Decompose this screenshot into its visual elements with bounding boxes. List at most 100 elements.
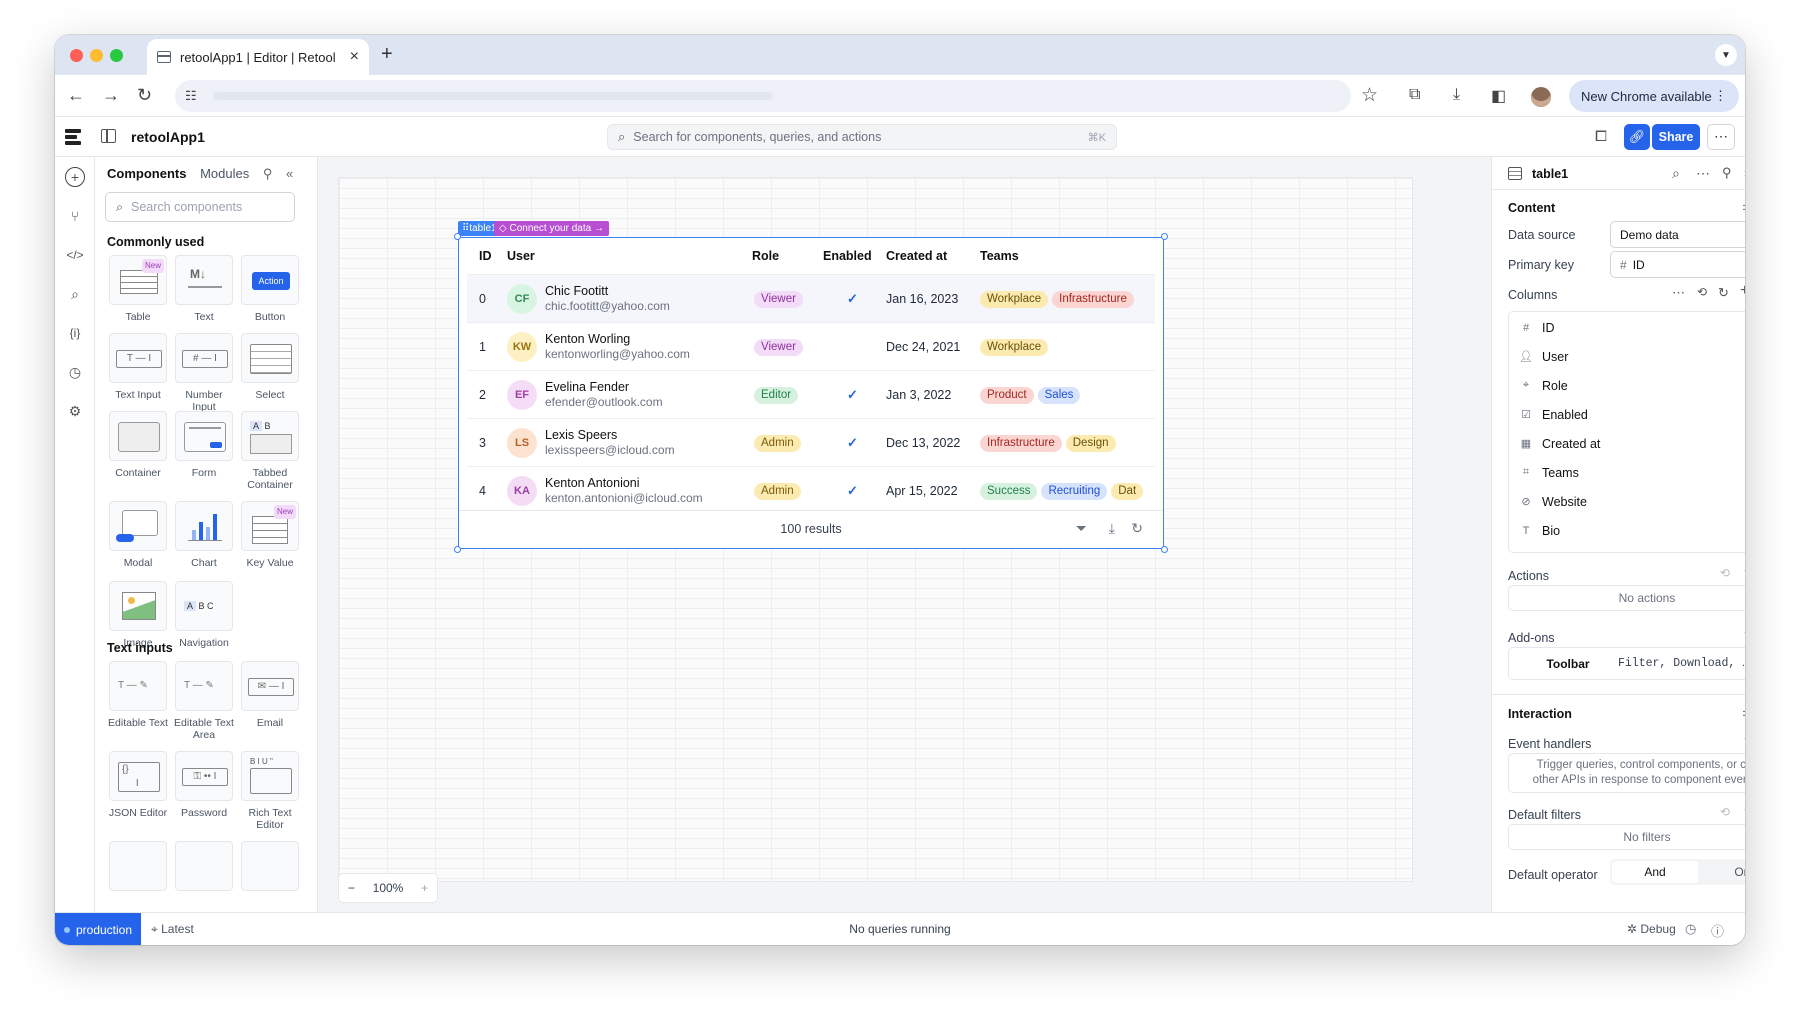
component-table[interactable]: New Table	[107, 255, 169, 323]
url-field[interactable]: ☷	[175, 80, 1351, 112]
search-icon[interactable]: ⌕	[1672, 165, 1680, 182]
toggle-sidebar-icon[interactable]	[101, 129, 116, 143]
component-key-value[interactable]: New Key Value	[239, 501, 301, 569]
data-source-select[interactable]: Demo data▼	[1610, 221, 1745, 248]
column-item-website[interactable]: ⊘ Website	[1519, 487, 1587, 516]
adjust-icon[interactable]: ⚌	[1742, 199, 1745, 213]
component-more-1[interactable]	[107, 841, 169, 897]
toolbar-addon[interactable]: Toolbar Filter, Download, … ›	[1508, 647, 1745, 680]
history-icon[interactable]: ◷	[65, 362, 85, 382]
column-header-teams[interactable]: Teams	[980, 238, 1019, 274]
preview-icon[interactable]: ⧠	[1595, 128, 1607, 145]
add-action-icon[interactable]: +	[1744, 563, 1745, 581]
column-item-created-at[interactable]: ▦ Created at	[1519, 429, 1601, 458]
component-password[interactable]: ⚿ •• I Password	[173, 751, 235, 819]
add-component-icon[interactable]: +	[65, 167, 85, 187]
minimize-window-button[interactable]	[90, 49, 103, 62]
app-name[interactable]: retoolApp1	[131, 129, 205, 145]
component-image[interactable]: Image	[107, 581, 169, 649]
retool-logo-icon[interactable]	[65, 129, 81, 145]
resize-handle[interactable]	[1161, 233, 1168, 240]
component-editable-text-area[interactable]: T — ✎ Editable Text Area	[173, 661, 235, 741]
component-container[interactable]: Container	[107, 411, 169, 479]
column-item-id[interactable]: # ID	[1519, 313, 1555, 342]
download-icon[interactable]: ⤓	[1453, 86, 1460, 104]
component-editable-text[interactable]: T — ✎ Editable Text	[107, 661, 169, 729]
bookmark-star-icon[interactable]: ☆	[1361, 84, 1378, 107]
profile-avatar[interactable]	[1531, 87, 1551, 107]
tab-modules[interactable]: Modules	[200, 166, 249, 181]
table-row[interactable]: 4 KA Kenton Antonioni kenton.antonioni@iclo…	[467, 466, 1155, 508]
operator-and[interactable]: And	[1612, 861, 1698, 883]
column-header-enabled[interactable]: Enabled	[823, 238, 872, 274]
component-select[interactable]: Select	[239, 333, 301, 401]
component-text[interactable]: M↓ Text	[173, 255, 235, 323]
back-icon[interactable]: ←	[67, 85, 85, 105]
column-item-enabled[interactable]: ☑ Enabled	[1519, 400, 1588, 429]
more-options-icon[interactable]: ⋯	[1707, 124, 1735, 150]
component-button[interactable]: Action Button	[239, 255, 301, 323]
close-tab-icon[interactable]: ×	[350, 48, 359, 66]
connect-data-tag[interactable]: ◇ Connect your data →	[494, 221, 609, 236]
forward-icon[interactable]: →	[102, 85, 120, 105]
zoom-window-button[interactable]	[110, 49, 123, 62]
new-chrome-available-button[interactable]: New Chrome available ⋮	[1569, 80, 1739, 112]
add-filter-icon[interactable]: +	[1744, 802, 1745, 820]
table-row[interactable]: 3 LS Lexis Speers lexisspeers@icloud.com Adm…	[467, 418, 1155, 466]
history-icon[interactable]: ◷	[1685, 921, 1696, 937]
help-icon[interactable]: ⓘ	[1711, 921, 1724, 940]
column-header-role[interactable]: Role	[752, 238, 779, 274]
site-settings-icon[interactable]: ☷	[185, 88, 197, 104]
more-options-icon[interactable]: ⋯	[1672, 285, 1685, 301]
state-icon[interactable]: {i}	[65, 323, 85, 343]
reset-icon[interactable]: ⟲	[1720, 566, 1730, 580]
refresh-icon[interactable]: ↻	[1131, 520, 1143, 537]
collapse-panel-icon[interactable]: «	[286, 166, 293, 181]
resize-handle[interactable]	[454, 233, 461, 240]
close-window-button[interactable]	[70, 49, 83, 62]
component-email[interactable]: ✉ — I Email	[239, 661, 301, 729]
table-row[interactable]: 0 CF Chic Footitt chic.footitt@yahoo.com Vie…	[467, 274, 1155, 322]
add-addon-icon[interactable]: +	[1744, 625, 1745, 643]
component-chart[interactable]: Chart	[173, 501, 235, 569]
table-row[interactable]: 2 EF Evelina Fender efender@outlook.com Edit…	[467, 370, 1155, 418]
code-icon[interactable]: </>	[65, 245, 85, 265]
add-column-icon[interactable]: +	[1740, 282, 1745, 300]
reload-icon[interactable]: ↻	[137, 85, 152, 105]
debug-button[interactable]: ✲ Debug	[1627, 922, 1676, 936]
more-options-icon[interactable]: ⋯	[1696, 165, 1710, 182]
tab-search-chevron-icon[interactable]: ▼	[1715, 44, 1737, 66]
download-icon[interactable]: ⤓	[1109, 520, 1115, 537]
table-component[interactable]: ID User Role Enabled Created at Teams 0 C…	[454, 233, 1168, 553]
component-more-2[interactable]	[173, 841, 235, 897]
column-item-bio[interactable]: T Bio	[1519, 516, 1560, 545]
column-header-created[interactable]: Created at	[886, 238, 947, 274]
tree-icon[interactable]: ⑂	[65, 206, 85, 226]
extensions-icon[interactable]: ⧉	[1409, 86, 1420, 104]
settings-gear-icon[interactable]: ⚙	[65, 401, 85, 421]
operator-or[interactable]: Or	[1698, 861, 1745, 883]
table-row[interactable]: 1 KW Kenton Worling kentonworling@yahoo.com…	[467, 322, 1155, 370]
collapse-inspector-icon[interactable]: »	[1744, 165, 1745, 180]
browser-tab[interactable]: retoolApp1 | Editor | Retool ×	[147, 39, 369, 75]
component-form[interactable]: Form	[173, 411, 235, 479]
link-icon[interactable]: 🔗︎	[1624, 124, 1650, 150]
component-text-input[interactable]: T — I Text Input	[107, 333, 169, 401]
column-item-role[interactable]: ⌖ Role	[1519, 371, 1568, 400]
column-header-id[interactable]: ID	[479, 238, 492, 274]
search-components-input[interactable]: ⌕ Search components	[105, 192, 295, 222]
primary-key-select[interactable]: #ID▼	[1610, 251, 1745, 278]
component-number-input[interactable]: # — I Number Input	[173, 333, 235, 413]
component-rich-text-editor[interactable]: B I U " Rich Text Editor	[239, 751, 301, 831]
reset-icon[interactable]: ⟲	[1720, 805, 1730, 819]
share-button[interactable]: Share	[1652, 124, 1700, 150]
pin-icon[interactable]: ⚲	[263, 166, 273, 181]
zoom-in-icon[interactable]: +	[421, 881, 428, 895]
global-search-input[interactable]: ⌕ Search for components, queries, and ac…	[607, 124, 1117, 150]
pin-icon[interactable]: ⚲	[1722, 165, 1732, 181]
adjust-icon[interactable]: ⚌	[1742, 705, 1745, 719]
reset-icon[interactable]: ⟲	[1697, 285, 1707, 299]
component-json-editor[interactable]: {} I JSON Editor	[107, 751, 169, 819]
component-modal[interactable]: Modal	[107, 501, 169, 569]
component-more-3[interactable]	[239, 841, 301, 897]
